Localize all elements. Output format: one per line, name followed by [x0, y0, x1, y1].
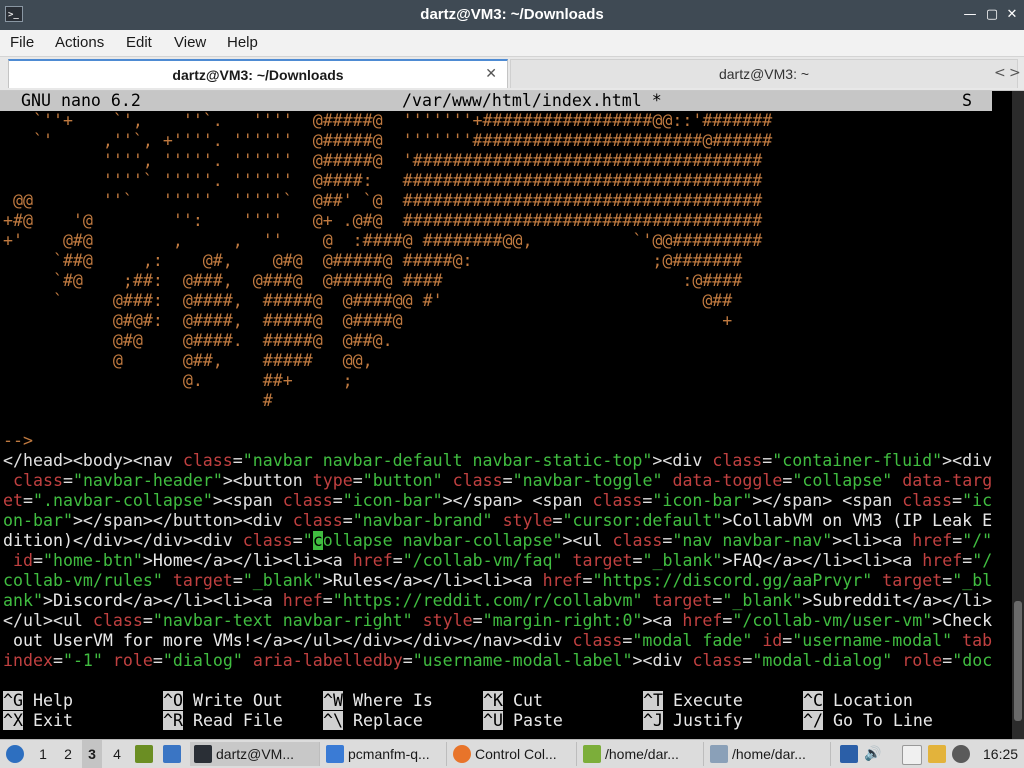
source-line: </ul><ul class="navbar-text navbar-right… — [3, 611, 993, 630]
shortcut-execute: ^T Execute — [643, 691, 743, 710]
source-line: index="-1" role="dialog" aria-labelledby… — [3, 651, 993, 670]
ascii-art-line: @#@#: @####, #####@ @####@ + — [3, 311, 733, 330]
ascii-art-line: `##@ ,: @#, @#@ @#####@ #####@: ;@######… — [3, 251, 743, 270]
notes-icon[interactable] — [928, 745, 946, 763]
nano-version: GNU nano 6.2 — [21, 91, 141, 110]
text-cursor: c — [312, 531, 323, 550]
power-icon[interactable] — [952, 745, 970, 763]
nano-filename: /var/www/html/index.html * — [402, 91, 662, 110]
terminal-icon — [194, 745, 212, 763]
source-line: on-bar"></span></button><div class="navb… — [3, 511, 993, 530]
task-label: /home/dar... — [732, 746, 806, 762]
minimize-button[interactable]: — — [962, 7, 978, 23]
menu-actions[interactable]: Actions — [55, 30, 104, 56]
scrollbar-thumb[interactable] — [1014, 601, 1022, 721]
menu-edit[interactable]: Edit — [126, 30, 152, 56]
folder-icon — [326, 745, 344, 763]
ascii-art-line: @ @##, ##### @@, — [3, 351, 373, 370]
ascii-art-line: +' @#@ , , '' @ :####@ ########@@, `'@@#… — [3, 231, 763, 250]
task-text-editor[interactable]: /home/dar... — [579, 742, 704, 766]
ascii-art-line: ''''` '''''. '''''' @####: #############… — [3, 171, 763, 190]
ascii-art-line: '''', '''''. '''''' @#####@ '###########… — [3, 151, 763, 170]
tab-scroll-right-icon[interactable]: > — [1009, 59, 1021, 88]
task-label: Control Col... — [475, 746, 557, 762]
nano-title-bar: GNU nano 6.2 /var/www/html/index.html * … — [0, 91, 992, 111]
shortcut-write-out: ^O Write Out — [163, 691, 283, 710]
ascii-art-line: +#@ '@ '': '''' @+ .@#@ ################… — [3, 211, 763, 230]
workspace-1[interactable]: 1 — [33, 740, 53, 768]
title-bar[interactable]: >_ dartz@VM3: ~/Downloads — ▢ ✕ — [0, 0, 1024, 30]
tab-home[interactable]: dartz@VM3: ~ — [510, 59, 1018, 88]
task-file-manager[interactable]: pcmanfm-q... — [322, 742, 447, 766]
task-label: pcmanfm-q... — [348, 746, 430, 762]
terminal-scrollbar[interactable] — [1012, 91, 1024, 739]
window-title: dartz@VM3: ~/Downloads — [420, 6, 604, 23]
ascii-art-line: # — [3, 391, 273, 410]
shortcut-paste: ^U Paste — [483, 711, 563, 730]
source-line: et=".navbar-collapse"><span class="icon-… — [3, 491, 993, 510]
menu-view[interactable]: View — [174, 30, 206, 56]
menu-help[interactable]: Help — [227, 30, 258, 56]
ascii-art-line: @@ ''` ''''' '''''` @##' `@ ############… — [3, 191, 763, 210]
source-line: ank">Discord</a></li><li><a href="https:… — [3, 591, 993, 610]
workspace-2[interactable]: 2 — [58, 740, 78, 768]
shortcut-help: ^G Help — [3, 691, 73, 710]
source-line: collab-vm/rules" target="_blank">Rules</… — [3, 571, 993, 590]
shortcut-where-is: ^W Where Is — [323, 691, 433, 710]
volume-icon[interactable]: 🔊 — [864, 740, 881, 768]
terminal-area[interactable]: GNU nano 6.2 /var/www/html/index.html * … — [0, 91, 1012, 739]
ascii-art-line: @. ##+ ; — [3, 371, 353, 390]
ascii-art-line: `' ,''`, +''''. '''''' @#####@ '''''''##… — [3, 131, 773, 150]
task-label: dartz@VM... — [216, 746, 295, 762]
tray-network-icon[interactable] — [840, 745, 858, 763]
tab-label: dartz@VM3: ~ — [718, 66, 810, 82]
shortcut-go-to-line: ^/ Go To Line — [803, 711, 933, 730]
shortcut-justify: ^J Justify — [643, 711, 743, 730]
ascii-art-line: `#@ ;##: @###, @###@ @#####@ #### :@#### — [3, 271, 743, 290]
image-viewer-icon — [710, 745, 728, 763]
task-terminal[interactable]: dartz@VM... — [190, 742, 320, 766]
source-line: dition)</div></div><div class="collapse … — [3, 531, 993, 550]
source-line: out UserVM for more VMs!</a></ul></div><… — [3, 631, 993, 650]
shortcut-replace: ^\ Replace — [323, 711, 423, 730]
tab-bar: dartz@VM3: ~/Downloads ✕ dartz@VM3: ~ < … — [0, 57, 1024, 91]
close-button[interactable]: ✕ — [1004, 7, 1020, 23]
ascii-art-line: @#@ @####. #####@ @##@. — [3, 331, 393, 350]
shortcut-exit: ^X Exit — [3, 711, 73, 730]
show-desktop-icon[interactable] — [163, 745, 181, 763]
shortcut-read-file: ^R Read File — [163, 711, 283, 730]
workspace-4[interactable]: 4 — [107, 740, 127, 768]
firefox-icon — [453, 745, 471, 763]
taskbar: 1 2 3 4 dartz@VM... pcmanfm-q... Control… — [0, 739, 1024, 768]
workspace-3[interactable]: 3 — [82, 740, 102, 768]
nano-status: S — [962, 91, 972, 110]
file-manager-launcher-icon[interactable] — [135, 745, 153, 763]
tab-label: dartz@VM3: ~/Downloads — [172, 67, 344, 83]
task-label: /home/dar... — [605, 746, 679, 762]
task-firefox[interactable]: Control Col... — [449, 742, 577, 766]
source-line: </head><body><nav class="navbar navbar-d… — [3, 451, 993, 470]
tab-close-icon[interactable]: ✕ — [485, 61, 497, 88]
start-menu-icon[interactable] — [6, 745, 24, 763]
maximize-button[interactable]: ▢ — [984, 7, 1000, 23]
task-image-viewer[interactable]: /home/dar... — [706, 742, 831, 766]
tab-downloads[interactable]: dartz@VM3: ~/Downloads ✕ — [8, 59, 508, 88]
menu-bar: File Actions Edit View Help — [0, 30, 1024, 57]
tab-scroll-left-icon[interactable]: < — [994, 59, 1006, 88]
ascii-art-line: --> — [3, 431, 33, 450]
shortcut-location: ^C Location — [803, 691, 913, 710]
ascii-art-line: `''+ `', ''`. '''' @#####@ '''''''+#####… — [3, 111, 773, 130]
text-editor-icon — [583, 745, 601, 763]
shortcut-cut: ^K Cut — [483, 691, 543, 710]
source-line: class="navbar-header"><button type="butt… — [3, 471, 993, 490]
source-line: id="home-btn">Home</a></li><li><a href="… — [3, 551, 993, 570]
clipboard-icon[interactable] — [902, 745, 922, 765]
ascii-art-line: ` @###: @####, #####@ @####@@ #' @## — [3, 291, 733, 310]
menu-file[interactable]: File — [10, 30, 34, 56]
clock[interactable]: 16:25 — [983, 740, 1018, 768]
